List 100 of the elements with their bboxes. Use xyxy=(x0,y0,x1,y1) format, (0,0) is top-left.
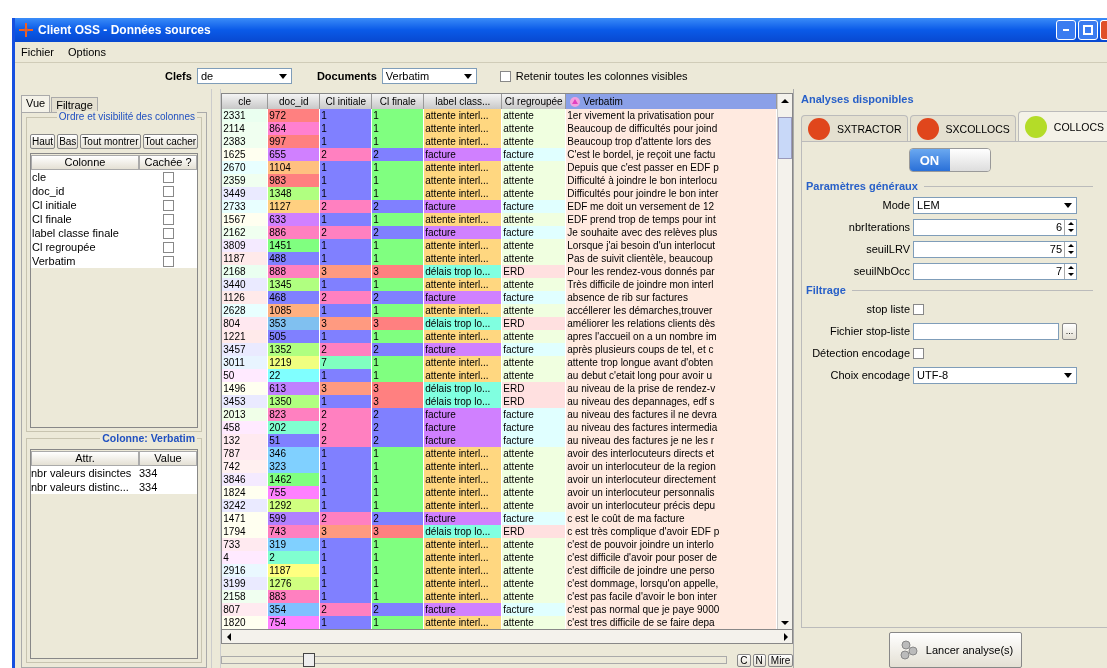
table-cell: 2331 xyxy=(222,109,269,122)
number-spinner[interactable]: 7 xyxy=(913,262,1077,280)
table-cell: facture xyxy=(424,603,503,616)
tab[interactable]: SXCOLLOCS xyxy=(909,115,1016,141)
menu-item[interactable]: Fichier xyxy=(21,46,54,58)
tab[interactable]: SXTRACTOR xyxy=(801,115,908,141)
checkbox[interactable] xyxy=(162,171,174,183)
table-cell: 1 xyxy=(320,460,373,473)
table-cell: attente xyxy=(502,135,567,148)
table-cell: 1451 xyxy=(268,239,321,252)
table-cell: 3 xyxy=(320,265,373,278)
number-spinner[interactable]: 75 xyxy=(913,240,1077,258)
checkbox[interactable] xyxy=(162,241,174,253)
checkbox[interactable] xyxy=(162,185,174,197)
column-header[interactable]: Cl regroupée xyxy=(502,94,567,109)
table-cell: 1 xyxy=(372,551,425,564)
column-header[interactable]: Cl finale xyxy=(372,94,425,109)
table-cell: 1824 xyxy=(222,486,269,499)
toolbar-button[interactable]: Bas xyxy=(57,134,79,149)
table-cell: améliorer les relations clients dès xyxy=(566,317,778,330)
table-cell: EDF me doit un versement de 12 xyxy=(566,200,778,213)
table-cell: 742 xyxy=(222,460,269,473)
tab[interactable]: COLLOCS xyxy=(1017,111,1107,141)
table-cell: avoir un interlocuteur de la region xyxy=(566,460,778,473)
table-cell: 1276 xyxy=(268,577,321,590)
table-cell: Beaucoup de difficultés pour joind xyxy=(566,122,778,135)
table-cell: attente xyxy=(502,551,567,564)
toolbar-button[interactable]: N xyxy=(752,654,766,667)
table-cell: 505 xyxy=(268,330,321,343)
checkbox[interactable] xyxy=(162,227,174,239)
column-header[interactable]: Attr. xyxy=(31,450,139,466)
checkbox[interactable] xyxy=(162,199,174,211)
table-cell: avoir un interlocuteur personnalis xyxy=(566,486,778,499)
toolbar-button[interactable]: Tout montrer xyxy=(80,134,141,149)
column-header[interactable]: Cl initiale xyxy=(320,94,373,109)
table-cell-text: nbr valeurs disinctes xyxy=(31,467,133,479)
table-cell: attente interl... xyxy=(424,161,503,174)
table-cell: 1 xyxy=(372,109,425,122)
table-cell: délais trop lo... xyxy=(424,265,503,278)
toolbar-button[interactable]: Haut xyxy=(30,134,56,149)
checkbox[interactable] xyxy=(162,255,174,267)
file-path-field[interactable] xyxy=(913,322,1059,340)
vertical-scrollbar[interactable] xyxy=(777,94,793,629)
checkbox[interactable] xyxy=(162,213,174,225)
table-cell: 1 xyxy=(372,122,425,135)
column-header[interactable]: doc_id xyxy=(268,94,321,109)
table-cell: 1 xyxy=(320,590,373,603)
table-cell: 468 xyxy=(268,291,321,304)
documents-dropdown[interactable]: Verbatim xyxy=(381,68,477,84)
table-cell: attente xyxy=(502,304,567,317)
keys-dropdown[interactable]: de xyxy=(196,68,292,84)
splitter[interactable] xyxy=(211,89,222,668)
tab[interactable]: Vue xyxy=(21,95,51,112)
toolbar-button[interactable]: C xyxy=(737,654,751,667)
table-cell: 2162 xyxy=(222,226,269,239)
table-cell: 1 xyxy=(320,564,373,577)
table-cell: 1 xyxy=(372,590,425,603)
checkbox[interactable] xyxy=(913,303,924,315)
menu-item[interactable]: Options xyxy=(68,46,106,58)
table-cell: 1 xyxy=(320,109,373,122)
slider[interactable] xyxy=(221,656,728,664)
mode-dropdown[interactable]: LEM xyxy=(913,196,1077,214)
table-cell: 1 xyxy=(320,486,373,499)
table-cell: 1462 xyxy=(268,473,321,486)
table-cell: 983 xyxy=(268,174,321,187)
browse-button[interactable]: ... xyxy=(1062,322,1077,340)
field-label: Choix encodage xyxy=(829,369,910,381)
table-cell: 1er vivement la privatisation pour xyxy=(566,109,778,122)
toolbar-button[interactable]: Tout cacher xyxy=(142,134,199,149)
column-header[interactable]: Verbatim xyxy=(566,94,778,109)
table-cell: 2 xyxy=(372,343,425,356)
checkbox[interactable] xyxy=(913,347,924,359)
column-header[interactable]: Cachée ? xyxy=(139,154,197,170)
column-header[interactable]: Colonne xyxy=(31,154,139,170)
close-button[interactable] xyxy=(1100,20,1107,40)
minimize-button[interactable] xyxy=(1056,20,1076,40)
table-cell: facture xyxy=(424,421,503,434)
horizontal-scrollbar[interactable] xyxy=(221,630,794,644)
column-header[interactable]: cle xyxy=(222,94,269,109)
run-analysis-button[interactable]: Lancer analyse(s) xyxy=(888,632,1023,668)
number-spinner[interactable]: 6 xyxy=(913,218,1077,236)
table-cell: facture xyxy=(502,434,567,447)
table-cell: 807 xyxy=(222,603,269,616)
status-dot-icon xyxy=(1023,114,1048,139)
encoding-dropdown[interactable]: UTF-8 xyxy=(913,366,1077,384)
table-cell: 1 xyxy=(320,174,373,187)
minimize-icon xyxy=(1063,29,1069,31)
column-header[interactable]: Value xyxy=(139,450,197,466)
table-cell: au debut c'etait long pour avoir u xyxy=(566,369,778,382)
column-header[interactable]: label class... xyxy=(424,94,503,109)
checkbox[interactable] xyxy=(499,70,511,82)
maximize-button[interactable] xyxy=(1078,20,1098,40)
table-cell: facture xyxy=(424,291,503,304)
table-cell: 22 xyxy=(268,369,321,382)
table-cell: 1104 xyxy=(268,161,321,174)
table-cell: 2733 xyxy=(222,200,269,213)
panel-title: Analyses disponibles xyxy=(801,93,915,105)
toolbar-button[interactable]: Mire xyxy=(767,654,794,667)
table-cell: c'est difficile de joindre une perso xyxy=(566,564,778,577)
table-cell: 1 xyxy=(372,161,425,174)
